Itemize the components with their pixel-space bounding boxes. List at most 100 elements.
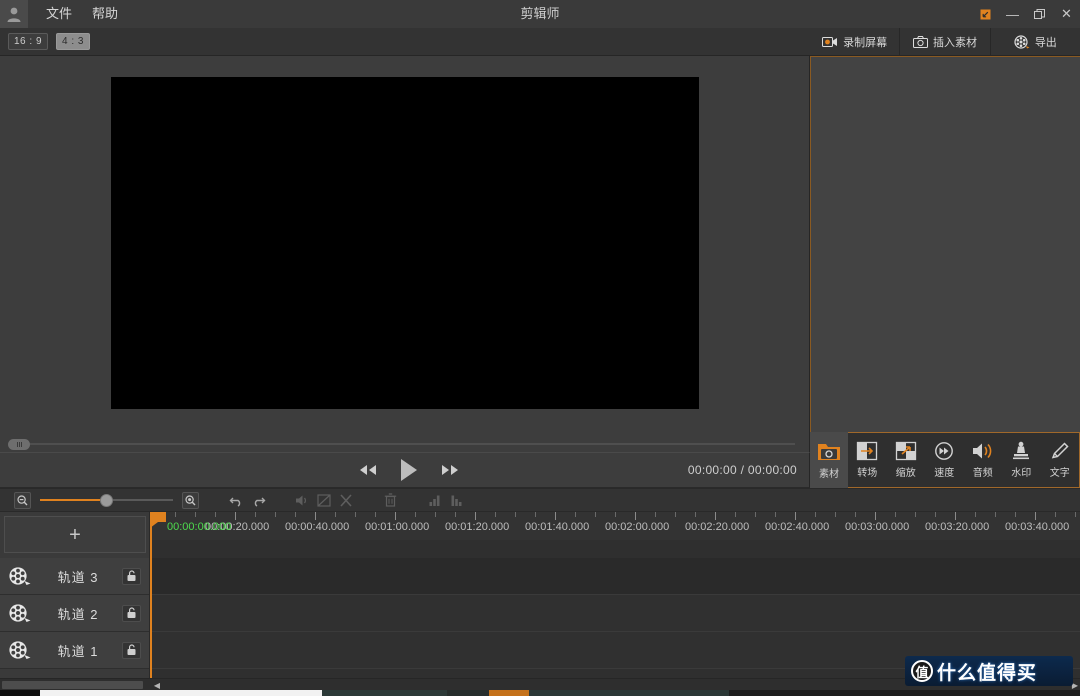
video-editor-window: 文件 帮助 剪辑师 — ✕ 16 : 9 4 : 3 00:00:00 / 00… xyxy=(0,0,1080,696)
tool-speed[interactable]: 速度 xyxy=(925,433,964,487)
avatar[interactable] xyxy=(0,0,28,28)
menu-help[interactable]: 帮助 xyxy=(82,0,128,28)
bars-down-icon xyxy=(451,495,461,506)
preview-scrubber[interactable] xyxy=(0,436,810,452)
mute-button[interactable] xyxy=(291,491,313,509)
video-camera-icon xyxy=(822,36,838,47)
tab-record-screen[interactable]: 录制屏幕 xyxy=(810,28,901,55)
timeline-history-icons xyxy=(225,491,269,509)
film-reel-icon xyxy=(1014,34,1030,49)
levels-up-button[interactable] xyxy=(423,491,445,509)
tab-insert-material[interactable]: 插入素材 xyxy=(900,28,991,55)
trash-icon xyxy=(384,493,396,507)
taskbar-segment xyxy=(529,690,729,696)
track-label: 轨道 3 xyxy=(57,569,99,585)
zoom-in-icon xyxy=(185,494,196,505)
ruler-label: 00:02:00.000 xyxy=(605,521,670,533)
close-button[interactable]: ✕ xyxy=(1053,0,1080,28)
time-display: 00:00:00 / 00:00:00 xyxy=(687,463,797,477)
taskbar-window[interactable] xyxy=(40,690,322,696)
taskbar-segment xyxy=(0,690,40,696)
scale-arrow-icon xyxy=(895,441,916,461)
track-lane[interactable] xyxy=(150,595,1080,632)
taskbar-segment xyxy=(322,690,447,696)
unlock-icon xyxy=(127,644,136,655)
track-row[interactable]: 轨道 1 xyxy=(0,632,149,669)
stamp-icon xyxy=(1013,441,1030,460)
right-panel: 录制屏幕 插入素材 导出 素材 转场 缩放 速度 音频 水印 文字 xyxy=(810,28,1080,488)
scroll-left-arrow[interactable]: ◀ xyxy=(152,680,162,690)
aspect-ratio-bar: 16 : 9 4 : 3 xyxy=(0,28,810,56)
tool-transition[interactable]: 转场 xyxy=(848,433,887,487)
scissors-icon xyxy=(340,493,352,507)
tool-material[interactable]: 素材 xyxy=(810,432,848,488)
play-button[interactable] xyxy=(398,457,420,483)
transition-arrow-icon xyxy=(857,441,878,461)
track-lock-button[interactable] xyxy=(122,567,141,585)
play-icon xyxy=(401,459,417,481)
cut-button[interactable] xyxy=(335,491,357,509)
undo-button[interactable] xyxy=(225,491,247,509)
watermark-badge: 值 xyxy=(911,660,933,682)
track-lane[interactable] xyxy=(150,558,1080,595)
track-label: 轨道 2 xyxy=(57,606,99,622)
menu-file[interactable]: 文件 xyxy=(36,0,82,28)
tool-watermark[interactable]: 水印 xyxy=(1002,433,1041,487)
transport-controls: 00:00:00 / 00:00:00 xyxy=(0,452,810,488)
tool-scale-label: 缩放 xyxy=(895,468,916,479)
aspect-4-3-button[interactable]: 4 : 3 xyxy=(56,33,90,50)
track-lock-button[interactable] xyxy=(122,641,141,659)
zoom-in-button[interactable] xyxy=(182,491,199,509)
timeline-level-icons xyxy=(423,491,467,509)
restore-down-button[interactable] xyxy=(972,0,999,28)
zoom-slider-knob[interactable] xyxy=(100,493,113,507)
speaker-icon xyxy=(972,443,992,459)
tool-speed-label: 速度 xyxy=(934,468,955,479)
track-row[interactable]: 轨道 3 xyxy=(0,558,149,595)
maximize-button[interactable] xyxy=(1026,0,1053,28)
video-canvas[interactable] xyxy=(111,77,699,409)
tab-export-label: 导出 xyxy=(1034,36,1057,49)
tool-material-label: 素材 xyxy=(819,468,839,480)
scrollbar-thumb[interactable] xyxy=(2,681,143,689)
rewind-button[interactable] xyxy=(358,463,378,477)
scrubber-track[interactable] xyxy=(30,443,795,445)
camera-icon xyxy=(912,35,928,48)
timeline-header: + xyxy=(0,512,150,558)
zoom-slider[interactable] xyxy=(40,492,173,509)
track-row[interactable]: 轨道 2 xyxy=(0,595,149,632)
fast-forward-button[interactable] xyxy=(440,463,460,477)
media-library-area[interactable] xyxy=(810,56,1080,432)
title-bar: 文件 帮助 剪辑师 — ✕ xyxy=(0,0,1080,28)
tab-record-screen-label: 录制屏幕 xyxy=(843,36,888,49)
crop-icon xyxy=(317,493,331,507)
ruler-label: 00:02:40.000 xyxy=(765,521,830,533)
delete-button[interactable] xyxy=(379,491,401,509)
track-name-list: 轨道 3 轨道 2 轨道 1 xyxy=(0,558,150,678)
redo-icon xyxy=(254,497,265,507)
zoom-out-button[interactable] xyxy=(14,491,31,509)
user-icon xyxy=(7,7,21,22)
playhead-marker[interactable] xyxy=(150,512,166,528)
redo-button[interactable] xyxy=(247,491,269,509)
add-track-button[interactable]: + xyxy=(4,516,146,553)
levels-down-button[interactable] xyxy=(445,491,467,509)
tool-text[interactable]: 文字 xyxy=(1041,433,1080,487)
tool-audio[interactable]: 音频 xyxy=(964,433,1003,487)
right-panel-toolbar: 素材 转场 缩放 速度 音频 水印 文字 xyxy=(810,432,1080,488)
scrubber-handle[interactable] xyxy=(8,439,30,450)
timeline-ruler[interactable]: 00:00:20.000 00:00:40.000 00:01:00.000 00:0… xyxy=(150,512,1080,540)
track-lock-button[interactable] xyxy=(122,604,141,622)
tool-scale[interactable]: 缩放 xyxy=(887,433,926,487)
aspect-16-9-button[interactable]: 16 : 9 xyxy=(8,33,49,50)
ruler-label: 00:03:40.000 xyxy=(1005,521,1070,533)
speaker-icon xyxy=(295,495,306,505)
ruler-label: 00:03:20.000 xyxy=(925,521,990,533)
taskbar-segment xyxy=(447,690,489,696)
taskbar-active-item[interactable] xyxy=(489,690,529,696)
tab-export[interactable]: 导出 xyxy=(991,28,1080,55)
tab-insert-material-label: 插入素材 xyxy=(932,36,977,49)
fast-forward-icon xyxy=(442,465,458,475)
crop-button[interactable] xyxy=(313,491,335,509)
minimize-button[interactable]: — xyxy=(999,0,1026,28)
